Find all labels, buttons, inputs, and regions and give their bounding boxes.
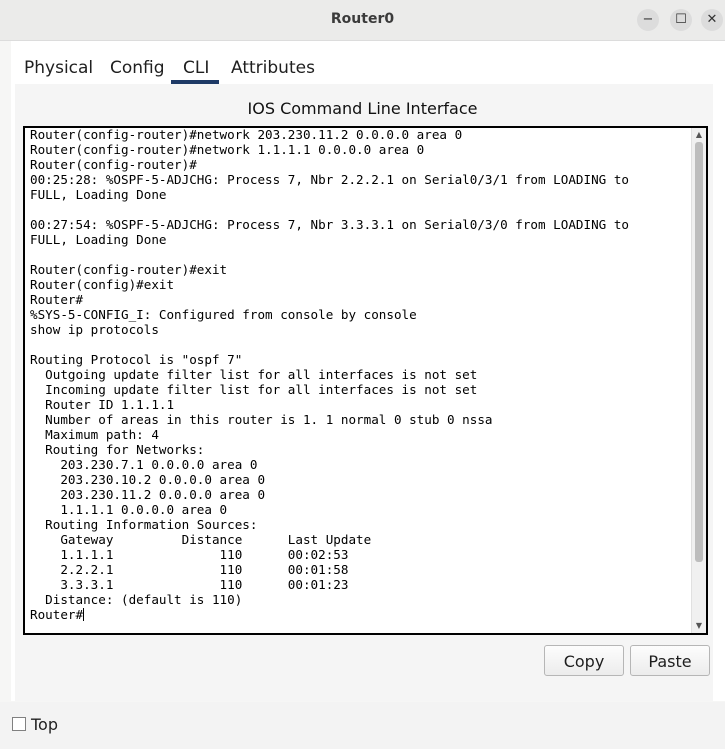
footer-bar [0,702,725,749]
terminal-text: Router(config-router)#network 203.230.11… [30,127,629,622]
scroll-up-icon[interactable]: ▲ [692,128,706,142]
close-button[interactable]: ✕ [701,9,723,31]
minimize-button[interactable]: − [637,9,659,31]
copy-button[interactable]: Copy [544,645,624,676]
tab-attributes[interactable]: Attributes [231,58,315,78]
window-title: Router0 [330,11,395,27]
router-window: Router0 − ☐ ✕ Physical Config CLI Attrib… [0,0,725,749]
terminal-output: Router(config-router)#network 203.230.11… [30,127,629,607]
top-checkbox[interactable] [12,717,26,731]
paste-button[interactable]: Paste [630,645,710,676]
tab-physical[interactable]: Physical [24,58,93,78]
cli-terminal[interactable]: Router(config-router)#network 203.230.11… [23,126,708,635]
scroll-down-icon[interactable]: ▼ [692,619,706,633]
scrollbar-thumb[interactable] [695,142,703,562]
top-checkbox-label: Top [31,715,58,734]
terminal-prompt: Router# [30,607,84,622]
cli-heading: IOS Command Line Interface [247,99,478,118]
text-cursor [83,608,85,621]
tab-cli[interactable]: CLI [183,58,209,78]
title-bar: Router0 − ☐ ✕ [0,0,725,41]
maximize-button[interactable]: ☐ [670,9,692,31]
terminal-scrollbar[interactable]: ▲ ▼ [691,128,706,633]
tab-config[interactable]: Config [110,58,165,78]
